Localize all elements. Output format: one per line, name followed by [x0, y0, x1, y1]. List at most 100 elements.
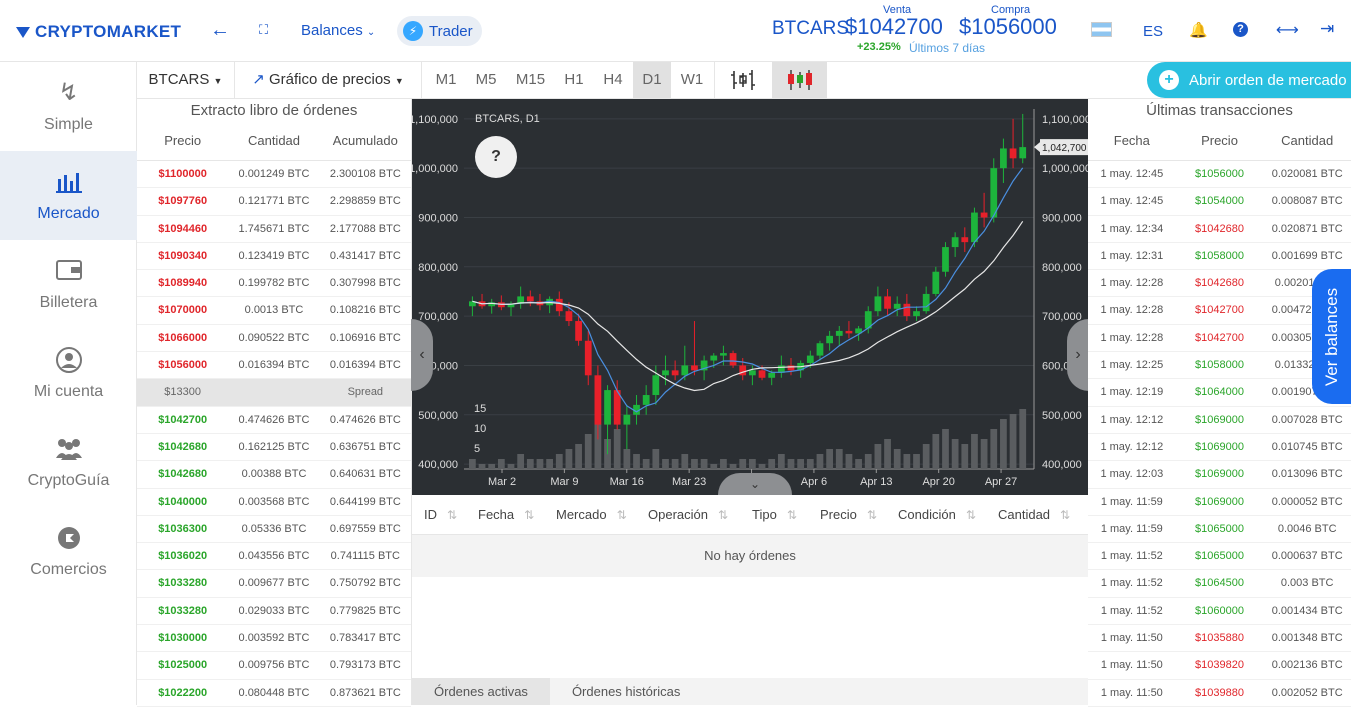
transaction-row[interactable]: 1 may. 12:31 $1058000 0.001699 BTC [1088, 243, 1351, 271]
transaction-row[interactable]: 1 may. 11:50 $1035880 0.001348 BTC [1088, 625, 1351, 653]
ask-row[interactable]: $1089940 0.199782 BTC 0.307998 BTC [137, 270, 411, 298]
transaction-row[interactable]: 1 may. 11:52 $1065000 0.000637 BTC [1088, 543, 1351, 571]
row-cell: $1035880 [1195, 632, 1244, 645]
bid-row[interactable]: $1033280 0.029033 BTC 0.779825 BTC [137, 598, 411, 626]
chart-collapse-toggle[interactable]: ⌄ [718, 473, 792, 495]
column-header-precio[interactable]: Precio ⇅ [812, 507, 890, 522]
fullscreen-icon[interactable]: ⛶ [259, 22, 268, 38]
transaction-row[interactable]: 1 may. 11:59 $1069000 0.000052 BTC [1088, 489, 1351, 516]
transaction-row[interactable]: 1 may. 12:45 $1054000 0.008087 BTC [1088, 188, 1351, 216]
chart-help-button[interactable]: ? [475, 136, 517, 178]
candle-body [642, 395, 650, 405]
candle-body [526, 296, 534, 302]
sidebar-item-billetera[interactable]: Billetera [0, 240, 137, 329]
trend-icon: ↗ [252, 71, 265, 88]
sidebar-item-mi-cuenta[interactable]: Mi cuenta [0, 329, 137, 418]
transaction-row[interactable]: 1 may. 11:50 $1039820 0.002136 BTC [1088, 652, 1351, 680]
ask-row[interactable]: $1070000 0.0013 BTC 0.108216 BTC [137, 297, 411, 325]
chart-scroll-right[interactable]: › [1067, 319, 1089, 391]
chart-scroll-left[interactable]: ‹ [411, 319, 433, 391]
timeframe-m15[interactable]: M15 [508, 62, 553, 98]
bid-row[interactable]: $1036020 0.043556 BTC 0.741115 BTC [137, 543, 411, 571]
logo[interactable]: CRYPTOMARKET [16, 22, 181, 42]
ask-row[interactable]: $1090340 0.123419 BTC 0.431417 BTC [137, 243, 411, 271]
ask-row[interactable]: $1094460 1.745671 BTC 2.177088 BTC [137, 216, 411, 243]
row-cell: 2.177088 BTC [329, 222, 401, 235]
timeframe-h1[interactable]: H1 [555, 62, 593, 98]
row-cell: $1058000 [1195, 359, 1244, 372]
ask-row[interactable]: $1097760 0.121771 BTC 2.298859 BTC [137, 188, 411, 216]
sidebar-item-comercios[interactable]: Comercios [0, 507, 137, 596]
column-header-tipo[interactable]: Tipo ⇅ [744, 507, 812, 522]
column-header-fecha[interactable]: Fecha ⇅ [466, 507, 548, 522]
sidebar-item-mercado[interactable]: Mercado [0, 151, 137, 240]
candle-body [932, 271, 940, 294]
volume-bar [893, 449, 901, 469]
timeframe-m1[interactable]: M1 [426, 62, 466, 98]
column-header-cantidad[interactable]: Cantidad ⇅ [990, 507, 1084, 522]
timeframe-m5[interactable]: M5 [466, 62, 506, 98]
bell-icon[interactable]: 🔔 [1189, 21, 1208, 39]
transaction-row[interactable]: 1 may. 12:12 $1069000 0.007028 BTC [1088, 407, 1351, 434]
ask-row[interactable]: $1066000 0.090522 BTC 0.106916 BTC [137, 325, 411, 353]
bid-row[interactable]: $1025000 0.009756 BTC 0.793173 BTC [137, 652, 411, 680]
bid-row[interactable]: $1040000 0.003568 BTC 0.644199 BTC [137, 489, 411, 516]
timeframe-h4[interactable]: H4 [594, 62, 632, 98]
logout-icon[interactable]: ⇥ [1320, 19, 1334, 39]
ticker-symbol: BTCARS [772, 18, 850, 39]
tab-ordenes-historicas[interactable]: Órdenes históricas [550, 678, 702, 705]
column-header-operacion[interactable]: Operación ⇅ [640, 507, 744, 522]
share-icon[interactable]: ⟷ [1276, 20, 1299, 40]
y-tick-label-left: 1,100,000 [412, 114, 458, 126]
candlestick-toggle[interactable] [772, 62, 827, 98]
row-primary-cell: 1 may. 12:45 [1100, 195, 1164, 208]
balances-menu[interactable]: Balances ⌄ [301, 22, 375, 39]
transaction-row[interactable]: 1 may. 11:52 $1060000 0.001434 BTC [1088, 598, 1351, 626]
sidebar-item-simple[interactable]: ↯ Simple [0, 62, 137, 151]
candle-body [652, 375, 660, 396]
row-primary-cell: $1090340 [158, 249, 208, 262]
column-header-id[interactable]: ID ⇅ [412, 507, 466, 522]
ask-row[interactable]: $1056000 0.016394 BTC 0.016394 BTC [137, 352, 411, 380]
trader-button[interactable]: ⚡ Trader [397, 16, 482, 46]
transaction-row[interactable]: 1 may. 12:45 $1056000 0.020081 BTC [1088, 161, 1351, 189]
timeframe-w1[interactable]: W1 [673, 62, 711, 98]
ask-row[interactable]: $1100000 0.001249 BTC 2.300108 BTC [137, 161, 411, 189]
column-label: Cantidad [998, 507, 1051, 522]
column-header-condicion[interactable]: Condición ⇅ [890, 507, 990, 522]
sidebar-item-cryptoguia[interactable]: CryptoGuía [0, 418, 137, 507]
market-selector[interactable]: BTCARS ▼ [137, 62, 234, 98]
bid-row[interactable]: $1036300 0.05336 BTC 0.697559 BTC [137, 516, 411, 544]
timeframe-d1[interactable]: D1 [633, 62, 671, 98]
ver-balances-button[interactable]: Ver balances [1312, 269, 1351, 404]
bid-row[interactable]: $1022200 0.080448 BTC 0.873621 BTC [137, 680, 411, 707]
open-market-order-button[interactable]: + Abrir orden de mercado [1147, 62, 1351, 98]
language-selector[interactable]: ES [1143, 23, 1163, 40]
column-header-mercado[interactable]: Mercado ⇅ [548, 507, 640, 522]
transaction-row[interactable]: 1 may. 11:50 $1039880 0.002052 BTC [1088, 680, 1351, 707]
transaction-row[interactable]: 1 may. 11:52 $1064500 0.003 BTC [1088, 570, 1351, 598]
row-cell: 0.00388 BTC [241, 468, 307, 481]
x-tick-label: Apr 27 [985, 476, 1017, 488]
transaction-row[interactable]: 1 may. 12:03 $1069000 0.013096 BTC [1088, 461, 1351, 489]
bid-row[interactable]: $1042700 0.474626 BTC 0.474626 BTC [137, 407, 411, 434]
tab-ordenes-activas[interactable]: Órdenes activas [412, 678, 550, 705]
row-cell: $1042700 [1195, 304, 1244, 317]
chart-type-selector[interactable]: ↗ Gráfico de precios ▼ [235, 62, 421, 98]
row-cell: 0.029033 BTC [238, 604, 310, 617]
help-icon[interactable]: ? [1233, 22, 1248, 37]
bid-row[interactable]: $1033280 0.009677 BTC 0.750792 BTC [137, 570, 411, 598]
back-arrow-icon[interactable]: ← [210, 19, 230, 42]
bid-row[interactable]: $1030000 0.003592 BTC 0.783417 BTC [137, 625, 411, 653]
transaction-row[interactable]: 1 may. 12:34 $1042680 0.020871 BTC [1088, 216, 1351, 243]
bid-row[interactable]: $1042680 0.162125 BTC 0.636751 BTC [137, 434, 411, 462]
row-cell: 0.783417 BTC [329, 632, 401, 645]
row-primary-cell: $1097760 [158, 195, 208, 208]
price-chart[interactable]: 400,000 400,000 500,000 500,000 600,000 600,0… [409, 99, 1091, 495]
sidebar-item-label: Simple [44, 115, 93, 133]
transaction-row[interactable]: 1 may. 12:12 $1069000 0.010745 BTC [1088, 434, 1351, 462]
transaction-row[interactable]: 1 may. 11:59 $1065000 0.0046 BTC [1088, 516, 1351, 544]
bid-row[interactable]: $1042680 0.00388 BTC 0.640631 BTC [137, 461, 411, 489]
argentina-flag-icon[interactable] [1091, 22, 1112, 37]
ohlc-bars-toggle[interactable] [715, 62, 771, 98]
